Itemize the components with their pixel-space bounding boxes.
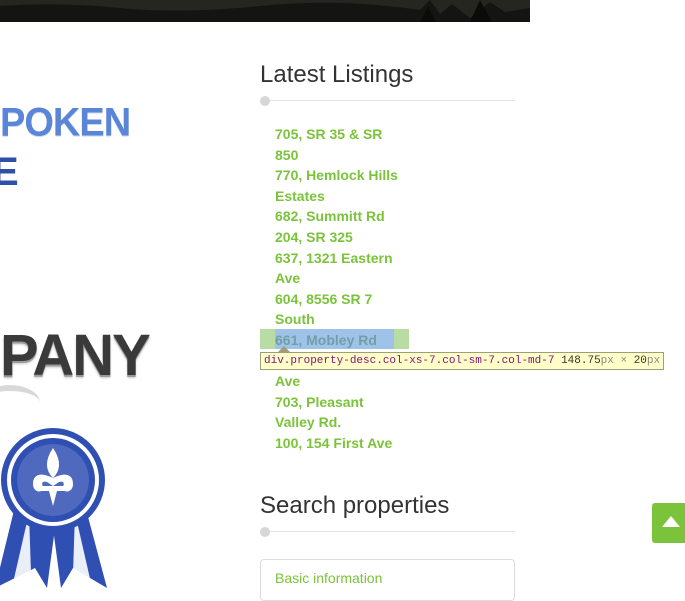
listing-link[interactable]: 682, Summitt Rd xyxy=(275,206,410,227)
divider-dot xyxy=(260,527,270,537)
search-properties-title: Search properties xyxy=(260,492,450,519)
listing-link[interactable]: Valley Rd. xyxy=(275,412,410,433)
tooltip-selector: div.property-desc.col-xs-7.col-sm-7.col-… xyxy=(264,355,555,367)
listing-link[interactable]: 637, 1321 Eastern xyxy=(275,248,410,269)
logo-swoosh xyxy=(0,385,40,421)
listing-link[interactable]: 204, SR 325 xyxy=(275,227,410,248)
divider-dot xyxy=(260,96,270,106)
scroll-top-button[interactable] xyxy=(652,503,685,543)
listing-link[interactable]: 604, 8556 SR 7 xyxy=(275,289,410,310)
fleur-de-lis-ribbon-icon xyxy=(0,418,130,593)
divider-line xyxy=(270,531,515,532)
listing-link[interactable]: 850 xyxy=(275,145,410,166)
search-properties-divider xyxy=(260,527,515,537)
latest-listings-list: 705, SR 35 & SR 850 770, Hemlock Hills E… xyxy=(275,124,410,454)
basic-information-label: Basic information xyxy=(275,570,383,586)
divider-line xyxy=(270,100,515,101)
listing-link[interactable]: 100, 154 First Ave xyxy=(275,433,410,454)
listing-link[interactable]: Estates xyxy=(275,186,410,207)
listing-link[interactable]: Ave xyxy=(275,371,410,392)
listing-link[interactable]: 703, Pleasant xyxy=(275,392,410,413)
logo-text-company: PANY xyxy=(0,323,151,388)
hero-trees xyxy=(0,0,530,22)
logo-text-top: POKEN xyxy=(0,100,131,146)
tooltip-times: × xyxy=(620,355,628,367)
devtools-element-tooltip: div.property-desc.col-xs-7.col-sm-7.col-… xyxy=(260,352,665,370)
hero-image xyxy=(0,0,530,22)
tooltip-width-unit: px xyxy=(600,355,614,367)
listing-link[interactable]: 705, SR 35 & SR xyxy=(275,124,410,145)
logo-text-mid: E xyxy=(0,150,19,194)
arrow-up-icon xyxy=(662,516,680,527)
latest-listings-title: Latest Listings xyxy=(260,61,414,88)
latest-listings-divider xyxy=(260,96,515,106)
listing-link[interactable]: 770, Hemlock Hills xyxy=(275,165,410,186)
tooltip-width: 148.75 xyxy=(561,355,601,367)
listing-link[interactable]: Ave xyxy=(275,268,410,289)
tooltip-height: 20 xyxy=(633,355,647,367)
basic-information-panel[interactable]: Basic information xyxy=(260,559,515,601)
listing-link-highlighted[interactable]: 661, Mobley Rd xyxy=(275,330,410,351)
listing-link[interactable]: South xyxy=(275,309,410,330)
tooltip-height-unit: px xyxy=(646,355,661,367)
